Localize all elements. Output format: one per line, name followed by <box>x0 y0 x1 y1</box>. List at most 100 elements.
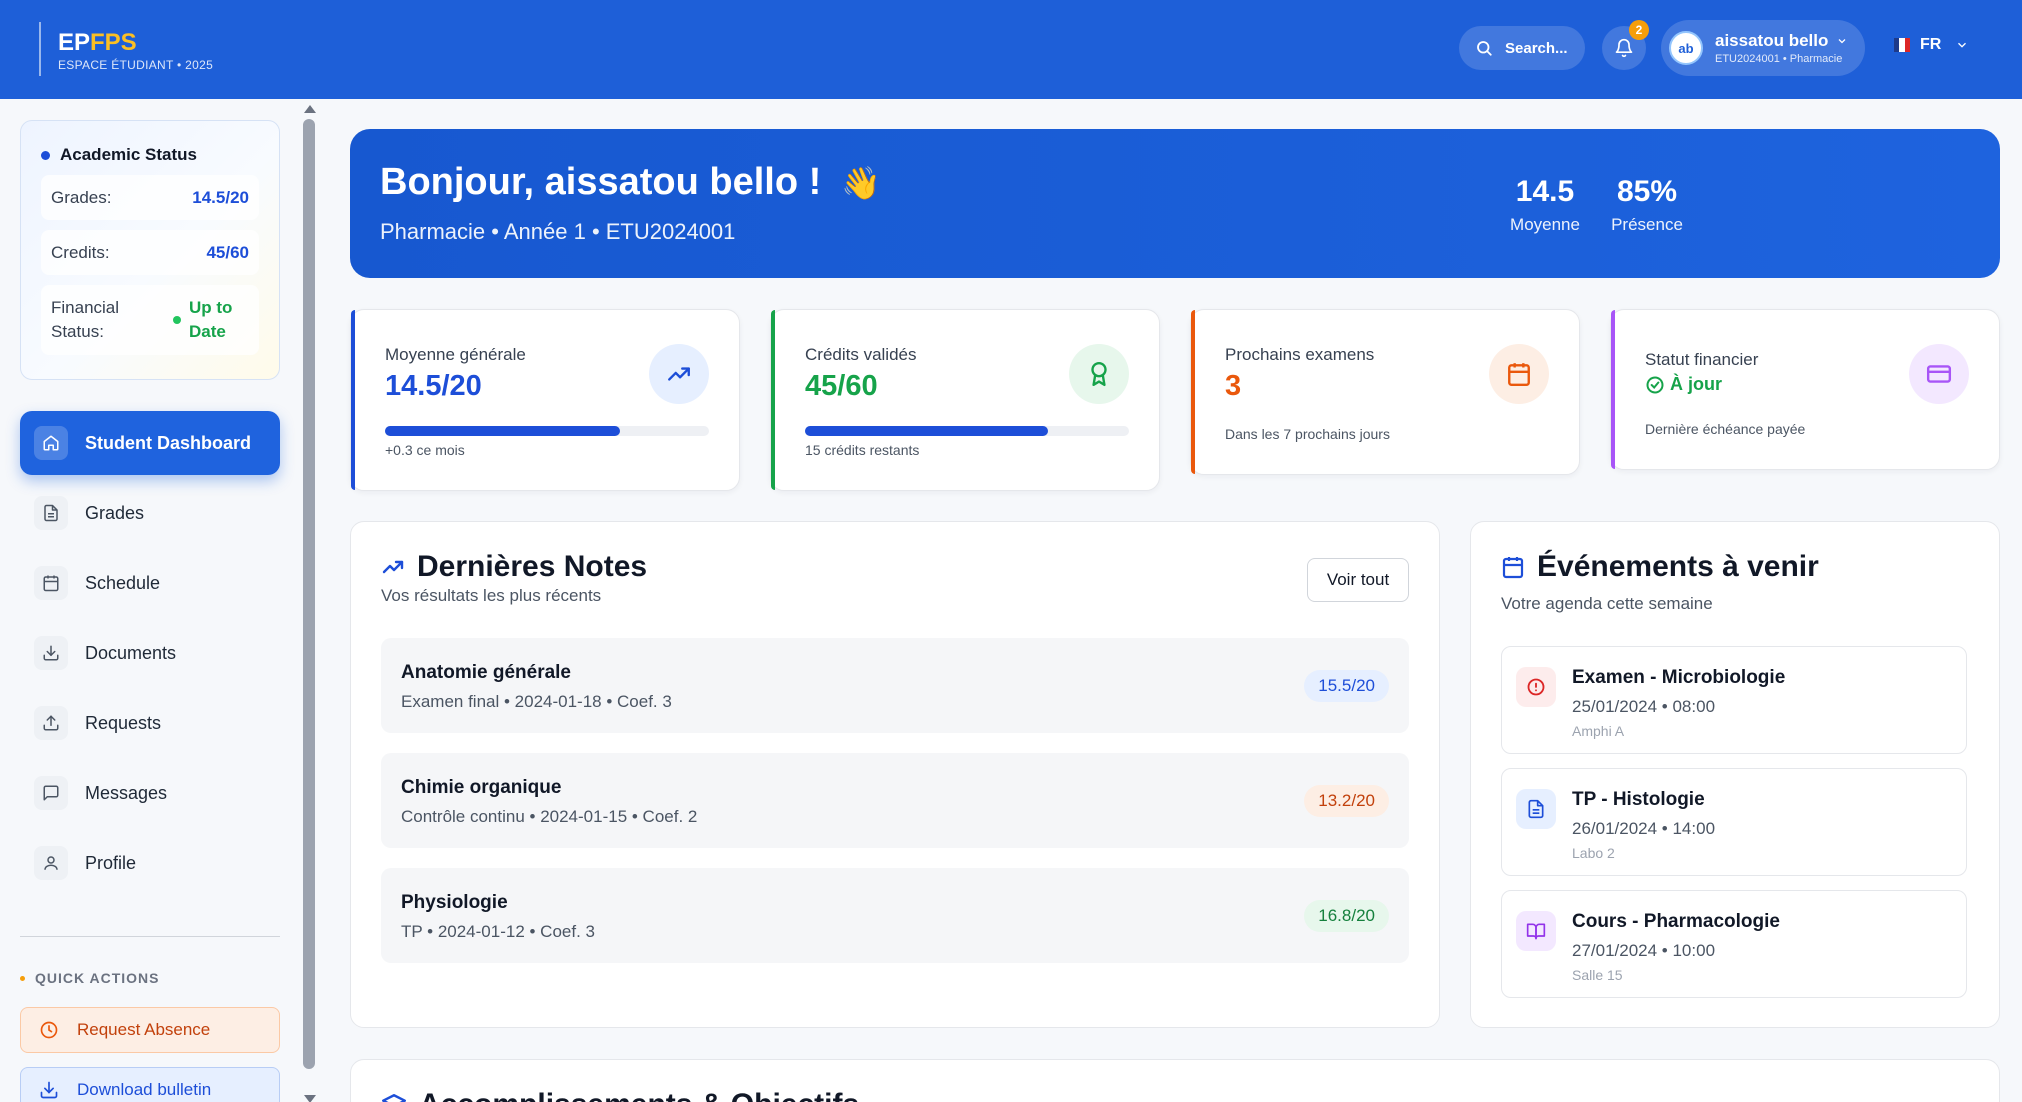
hero-stat-value: 14.5 <box>1515 175 1575 208</box>
search-icon <box>1477 41 1492 56</box>
panel-title: Événements à venir <box>1537 550 1819 583</box>
card-value: 14.5/20 <box>385 370 482 402</box>
panel-title: Accomplissements & Objectifs <box>419 1088 859 1102</box>
hero-stat-average: 14.5 Moyenne <box>1500 175 1590 235</box>
clock-icon <box>40 1021 58 1039</box>
event-item[interactable]: Examen - Microbiologie 25/01/2024 • 08:0… <box>1501 646 1967 754</box>
scroll-up-arrow[interactable] <box>304 105 316 113</box>
sidebar-item-schedule[interactable]: Schedule <box>20 551 280 615</box>
chevron-down-icon <box>1838 39 1846 44</box>
grade-course: Anatomie générale <box>401 662 571 683</box>
sidebar-item-documents[interactable]: Documents <box>20 621 280 685</box>
grades-label: Grades: <box>51 187 112 207</box>
sidebar-item-dashboard[interactable]: Student Dashboard <box>20 411 280 475</box>
app-logo[interactable]: EPFPS ESPACE ÉTUDIANT • 2025 <box>39 22 213 76</box>
card-label: Statut financier <box>1645 350 1759 369</box>
event-date: 26/01/2024 • 14:00 <box>1572 819 1716 838</box>
see-all-button[interactable]: Voir tout <box>1307 558 1409 602</box>
search-label: Search... <box>1505 39 1568 57</box>
credits-row: Credits: 45/60 <box>41 230 259 275</box>
average-card[interactable]: Moyenne générale 14.5/20 +0.3 ce mois <box>350 309 740 491</box>
home-icon <box>43 435 59 451</box>
logo-subtitle: ESPACE ÉTUDIANT • 2025 <box>58 58 214 72</box>
grades-panel: Dernières Notes Vos résultats les plus r… <box>350 521 1440 1028</box>
event-name: Cours - Pharmacologie <box>1572 911 1780 932</box>
hero-stat-presence: 85% Présence <box>1602 175 1692 235</box>
graduation-cap-icon <box>381 1094 407 1102</box>
sidebar-item-label: Documents <box>85 642 177 663</box>
hero-stat-value: 85% <box>1616 175 1678 208</box>
message-icon <box>43 785 59 801</box>
sidebar-item-messages[interactable]: Messages <box>20 761 280 825</box>
event-name: Examen - Microbiologie <box>1572 667 1786 688</box>
calendar-icon <box>43 575 59 592</box>
user-icon <box>44 856 58 870</box>
grade-score-badge: 13.2/20 <box>1304 785 1389 817</box>
user-subtitle: ETU2024001 • Pharmacie <box>1715 53 1843 65</box>
panel-subtitle: Votre agenda cette semaine <box>1501 594 1713 613</box>
search-button[interactable]: Search... <box>1459 26 1585 70</box>
credits-value: 45/60 <box>206 242 249 262</box>
grade-item[interactable]: Physiologie TP • 2024-01-12 • Coef. 3 16… <box>381 868 1409 963</box>
sidebar-item-profile[interactable]: Profile <box>20 831 280 895</box>
grades-row: Grades: 14.5/20 <box>41 175 259 220</box>
event-location: Amphi A <box>1572 723 1625 739</box>
event-location: Labo 2 <box>1572 845 1615 861</box>
achievements-panel: Accomplissements & Objectifs <box>350 1059 2000 1102</box>
sidebar-item-label: Schedule <box>85 572 161 593</box>
grade-item[interactable]: Anatomie générale Examen final • 2024-01… <box>381 638 1409 733</box>
panel-subtitle: Vos résultats les plus récents <box>381 586 602 605</box>
download-icon <box>40 1081 58 1099</box>
grade-course: Chimie organique <box>401 777 562 798</box>
financial-card[interactable]: Statut financier À jour Dernière échéanc… <box>1610 309 2000 470</box>
event-location: Salle 15 <box>1572 967 1623 983</box>
scroll-down-arrow[interactable] <box>304 1095 316 1102</box>
alert-icon <box>1527 678 1545 696</box>
average-progress <box>385 426 709 436</box>
sidebar-item-label: Student Dashboard <box>85 432 252 453</box>
event-item[interactable]: Cours - Pharmacologie 27/01/2024 • 10:00… <box>1501 890 1967 998</box>
trending-up-icon <box>382 560 404 574</box>
event-date: 27/01/2024 • 10:00 <box>1572 941 1716 960</box>
sidebar-item-grades[interactable]: Grades <box>20 481 280 545</box>
card-value: 3 <box>1225 370 1242 402</box>
top-header: EPFPS ESPACE ÉTUDIANT • 2025 Search... 2… <box>0 0 2022 99</box>
hero-stat-label: Moyenne <box>1510 215 1580 234</box>
card-value: 45/60 <box>805 370 878 402</box>
grade-item[interactable]: Chimie organique Contrôle continu • 2024… <box>381 753 1409 848</box>
grade-meta: Contrôle continu • 2024-01-15 • Coef. 2 <box>401 807 698 826</box>
quick-actions-label: QUICK ACTIONS <box>35 970 160 986</box>
card-value: À jour <box>1670 374 1722 394</box>
credits-label: Credits: <box>51 242 110 262</box>
bell-icon <box>1615 38 1633 58</box>
panel-title: Dernières Notes <box>417 550 648 583</box>
financial-label: Financial Status: <box>51 298 120 341</box>
event-item[interactable]: TP - Histologie 26/01/2024 • 14:00 Labo … <box>1501 768 1967 876</box>
upload-icon <box>43 715 59 731</box>
exams-card[interactable]: Prochains examens 3 Dans les 7 prochains… <box>1190 309 1580 475</box>
credits-progress <box>805 426 1129 436</box>
check-circle-icon <box>1646 376 1664 393</box>
welcome-banner: Bonjour, aissatou bello ! 👋 Pharmacie • … <box>350 129 2000 278</box>
credits-card[interactable]: Crédits validés 45/60 15 crédits restant… <box>770 309 1160 491</box>
download-bulletin-label: Download bulletin <box>77 1080 212 1099</box>
academic-status-card: Academic Status Grades: 14.5/20 Credits:… <box>20 120 280 380</box>
grades-value: 14.5/20 <box>192 187 249 207</box>
request-absence-button[interactable]: Request Absence <box>20 1007 280 1053</box>
award-icon <box>1091 361 1107 387</box>
grade-meta: TP • 2024-01-12 • Coef. 3 <box>401 922 595 941</box>
quick-actions-title: QUICK ACTIONS <box>20 970 159 986</box>
sidebar-scrollbar[interactable] <box>303 105 316 1102</box>
greeting-subtitle: Pharmacie • Année 1 • ETU2024001 <box>380 219 736 244</box>
download-bulletin-button[interactable]: Download bulletin <box>20 1067 280 1102</box>
sidebar-item-label: Requests <box>85 712 162 733</box>
download-icon <box>43 645 59 661</box>
france-flag-icon <box>1894 38 1910 52</box>
card-label: Crédits validés <box>805 345 917 364</box>
user-menu[interactable]: ab aissatou bello ETU2024001 • Pharmacie <box>1661 20 1865 76</box>
language-selector[interactable]: FR <box>1894 36 1969 54</box>
sidebar-item-requests[interactable]: Requests <box>20 691 280 755</box>
wave-icon: 👋 <box>841 164 882 201</box>
logo-text: EP <box>58 29 91 56</box>
scroll-thumb[interactable] <box>303 119 315 1069</box>
